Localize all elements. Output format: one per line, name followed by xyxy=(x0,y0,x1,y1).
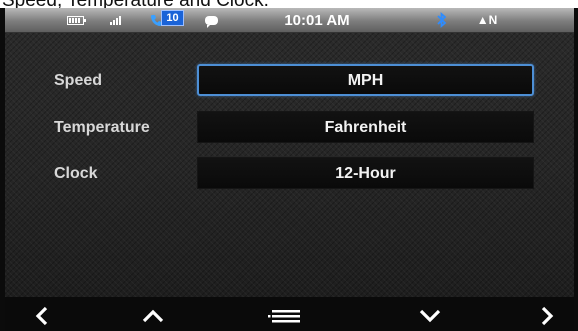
compass-heading: ▲N xyxy=(476,13,498,27)
setting-label: Clock xyxy=(54,165,98,182)
bottom-nav xyxy=(5,297,574,331)
chevron-right-icon[interactable] xyxy=(527,301,567,331)
clock-time: 10:01 AM xyxy=(284,11,350,29)
caption: Speed, Temperature and Clock. xyxy=(0,0,578,8)
clock-format-button[interactable]: 12-Hour xyxy=(197,157,534,189)
chevron-down-icon[interactable] xyxy=(410,301,450,331)
speed-unit-button[interactable]: MPH xyxy=(197,64,534,96)
battery-icon xyxy=(65,8,86,32)
settings-panel: Speed MPH Temperature Fahrenheit Clock 1… xyxy=(5,33,574,297)
device-screen: 10 10:01 AM ▲N Speed MPH Temperature Fah… xyxy=(0,8,578,331)
setting-label: Speed xyxy=(54,72,103,89)
chevron-up-icon[interactable] xyxy=(133,301,173,331)
status-bar: 10 10:01 AM ▲N xyxy=(5,8,574,33)
setting-row-clock: Clock 12-Hour xyxy=(5,157,574,191)
missed-calls-badge: 10 xyxy=(161,10,184,26)
setting-label: Temperature xyxy=(54,119,150,136)
temperature-unit-button[interactable]: Fahrenheit xyxy=(197,111,534,143)
message-icon xyxy=(201,8,221,32)
bluetooth-icon xyxy=(435,8,449,32)
chevron-left-icon[interactable] xyxy=(22,301,62,331)
setting-row-temperature: Temperature Fahrenheit xyxy=(5,111,574,145)
signal-icon xyxy=(105,8,127,32)
setting-row-speed: Speed MPH xyxy=(5,64,574,98)
menu-icon[interactable] xyxy=(265,301,305,331)
